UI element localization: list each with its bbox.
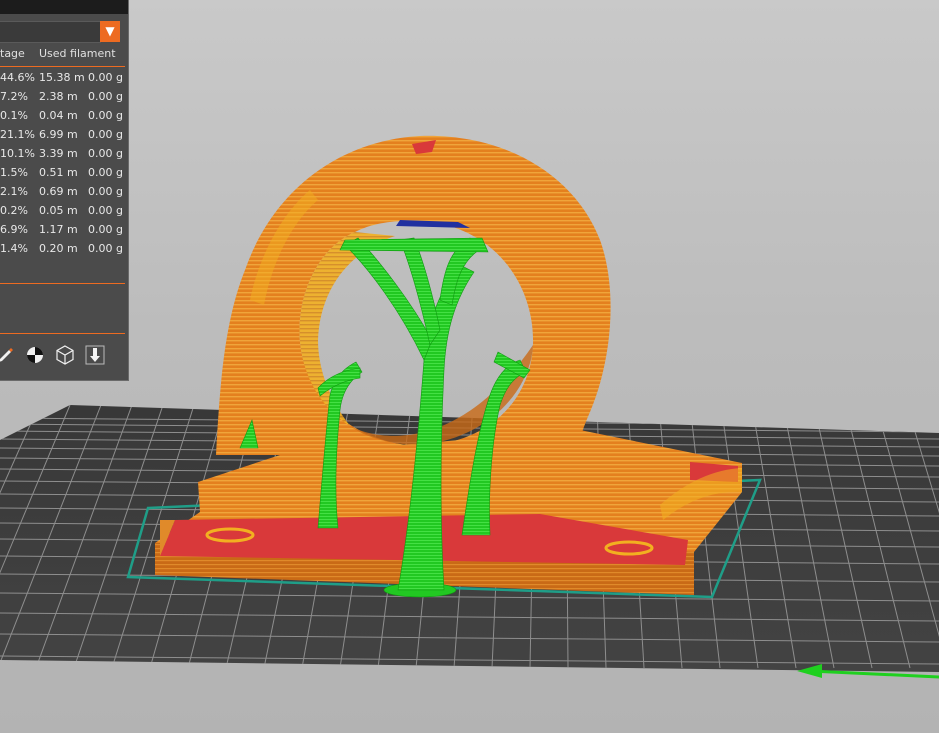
legend-row: 1.5% 0.51 m 0.00 g [0, 163, 128, 182]
legend-weight: 0.00 g [88, 90, 123, 103]
legend-weight: 0.00 g [88, 166, 123, 179]
legend-row: 2.1% 0.69 m 0.00 g [0, 182, 128, 201]
legend-percentage: 0.2% [0, 204, 28, 217]
legend-panel: ▼ tage Used filament 44.6% 15.38 m 0.00 g7… [0, 0, 129, 381]
legend-weight: 0.00 g [88, 242, 123, 255]
legend-row: 44.6% 15.38 m 0.00 g [0, 68, 128, 87]
legend-row: 21.1% 6.99 m 0.00 g [0, 125, 128, 144]
model-ring [216, 135, 611, 455]
legend-length: 1.17 m [39, 223, 78, 236]
legend-length: 0.05 m [39, 204, 78, 217]
legend-percentage: 44.6% [0, 71, 35, 84]
legend-divider [0, 283, 125, 284]
legend-weight: 0.00 g [88, 185, 123, 198]
legend-length: 0.51 m [39, 166, 78, 179]
3d-preview-viewport[interactable] [0, 0, 939, 733]
legend-length: 0.04 m [39, 109, 78, 122]
legend-weight: 0.00 g [88, 109, 123, 122]
legend-titlebar [0, 0, 128, 14]
legend-length: 2.38 m [39, 90, 78, 103]
header-divider [0, 66, 125, 67]
legend-weight: 0.00 g [88, 71, 123, 84]
legend-row: 7.2% 2.38 m 0.00 g [0, 87, 128, 106]
legend-percentage: 7.2% [0, 90, 28, 103]
legend-percentage: 1.4% [0, 242, 28, 255]
legend-percentage: 6.9% [0, 223, 28, 236]
legend-length: 3.39 m [39, 147, 78, 160]
legend-percentage: 10.1% [0, 147, 35, 160]
legend-percentage: 21.1% [0, 128, 35, 141]
wireframe-cube-icon[interactable] [53, 343, 77, 367]
legend-percentage: 1.5% [0, 166, 28, 179]
view-type-dropdown-button[interactable]: ▼ [100, 21, 120, 42]
legend-rows: 44.6% 15.38 m 0.00 g 7.2% 2.38 m 0.00 g 0.1% 0.… [0, 68, 128, 258]
legend-percentage: 0.1% [0, 109, 28, 122]
used-filament-header: Used filament [39, 47, 116, 60]
view-type-combo[interactable] [0, 21, 101, 43]
legend-weight: 0.00 g [88, 223, 123, 236]
legend-weight: 0.00 g [88, 128, 123, 141]
legend-row: 6.9% 1.17 m 0.00 g [0, 220, 128, 239]
legend-length: 15.38 m [39, 71, 85, 84]
export-arrow-icon[interactable] [83, 343, 107, 367]
legend-length: 0.20 m [39, 242, 78, 255]
legend-length: 6.99 m [39, 128, 78, 141]
legend-toolbar [0, 343, 128, 369]
legend-row: 1.4% 0.20 m 0.00 g [0, 239, 128, 258]
pencil-icon[interactable] [0, 343, 18, 367]
legend-length: 0.69 m [39, 185, 78, 198]
legend-divider [0, 333, 125, 334]
legend-percentage: 2.1% [0, 185, 28, 198]
legend-row: 0.1% 0.04 m 0.00 g [0, 106, 128, 125]
legend-weight: 0.00 g [88, 147, 123, 160]
center-of-mass-icon[interactable] [23, 343, 47, 367]
legend-row: 10.1% 3.39 m 0.00 g [0, 144, 128, 163]
triangle-down-icon: ▼ [105, 24, 115, 38]
legend-row: 0.2% 0.05 m 0.00 g [0, 201, 128, 220]
percentage-header: tage [0, 47, 25, 60]
legend-weight: 0.00 g [88, 204, 123, 217]
